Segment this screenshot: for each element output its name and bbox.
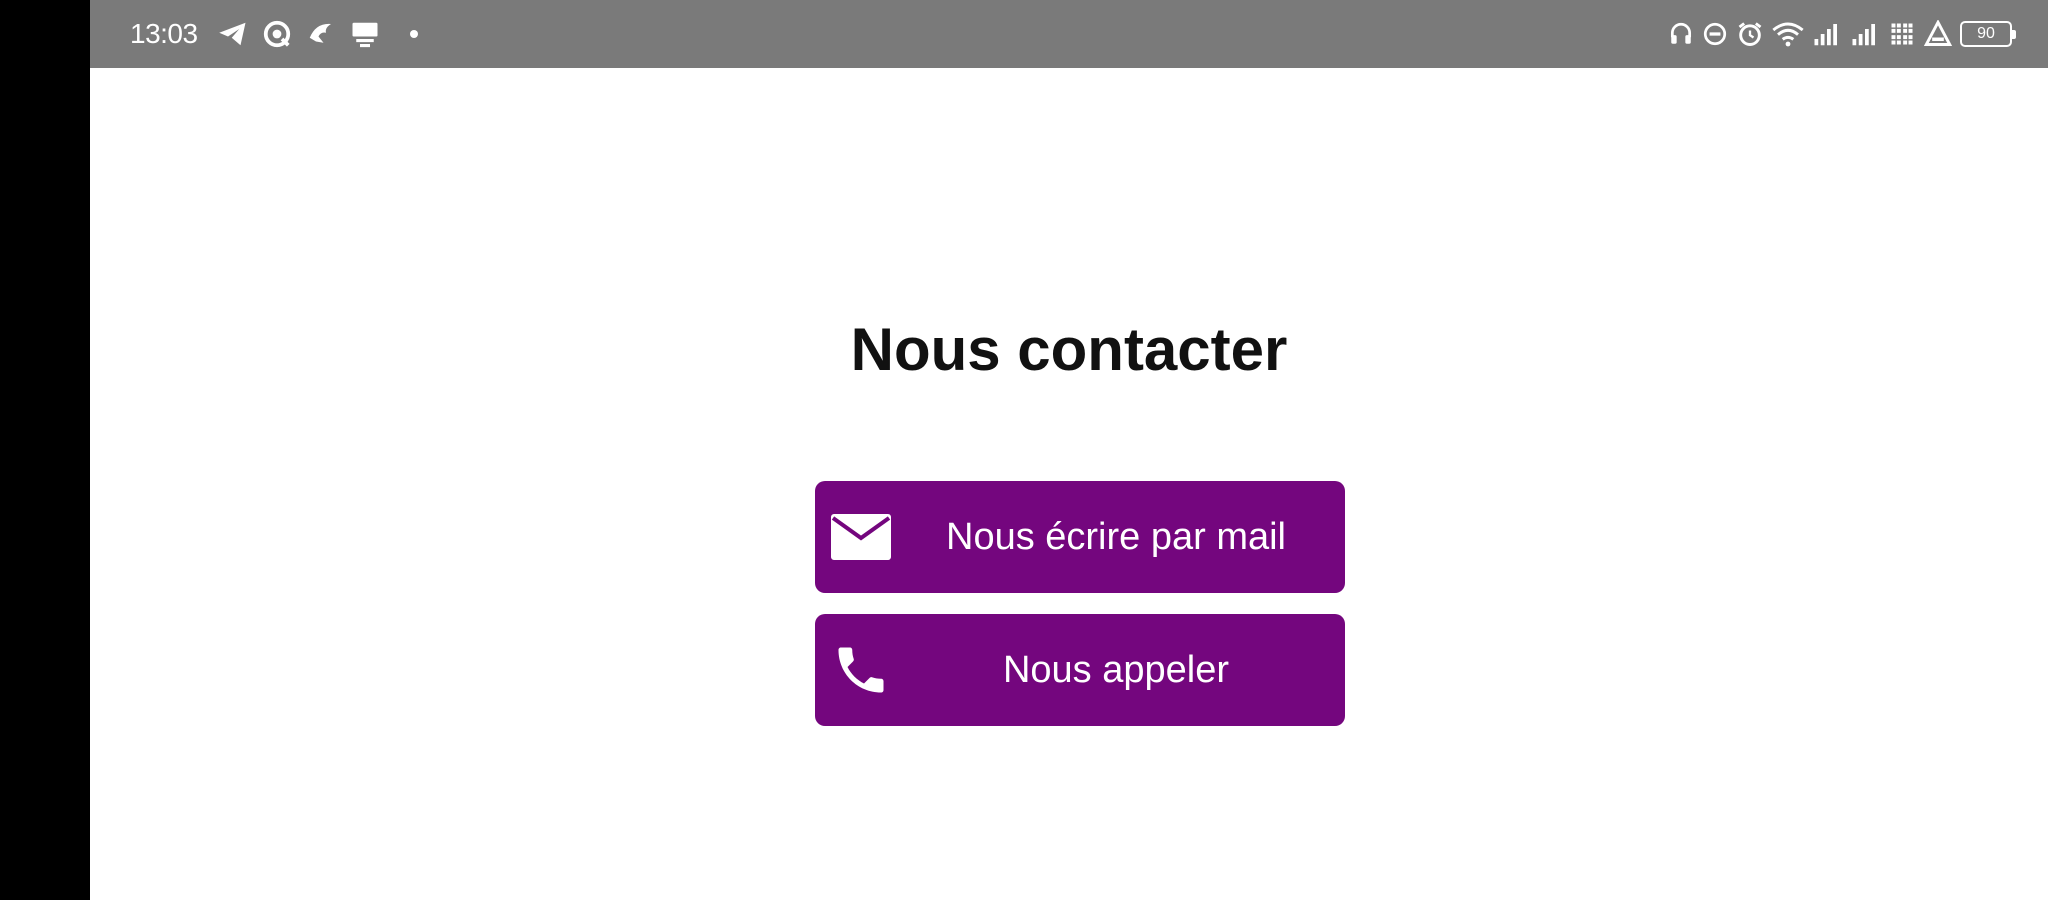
device-bezel <box>0 0 90 900</box>
notification-dot <box>409 30 418 38</box>
mail-icon <box>825 512 897 562</box>
status-time: 13:03 <box>130 18 198 49</box>
telegram-icon <box>218 20 248 48</box>
do-not-disturb-icon <box>1702 21 1728 47</box>
signal-icon <box>1812 21 1842 47</box>
signal-icon <box>1850 21 1880 47</box>
email-us-button[interactable]: Nous écrire par mail <box>815 481 1345 593</box>
status-bar-right: 90 <box>1668 0 2016 68</box>
data-icon <box>1888 20 1916 48</box>
email-us-label: Nous écrire par mail <box>946 515 1286 558</box>
wifi-icon <box>1772 20 1804 48</box>
battery-icon: 90 <box>1960 21 2016 47</box>
bird-icon <box>306 20 336 48</box>
cast-icon <box>350 20 380 48</box>
alarm-icon <box>1736 20 1764 48</box>
page-title: Nous contacter <box>850 316 1288 383</box>
contact-page: Nous contacter Nous écrire par mail Nous… <box>90 68 2048 900</box>
call-us-label: Nous appeler <box>1002 648 1230 691</box>
triangle-warning-icon <box>1924 20 1952 48</box>
phone-icon <box>825 640 897 700</box>
headset-icon <box>1668 20 1694 48</box>
status-bar: 13:03 90 <box>90 0 2048 68</box>
battery-level: 90 <box>1977 25 1995 42</box>
status-bar-left: 13:03 <box>130 0 418 68</box>
call-us-button[interactable]: Nous appeler <box>815 614 1345 726</box>
app-screen: 13:03 90 Nous contacter Nous écrire par … <box>90 0 2048 900</box>
sync-icon <box>262 19 292 49</box>
